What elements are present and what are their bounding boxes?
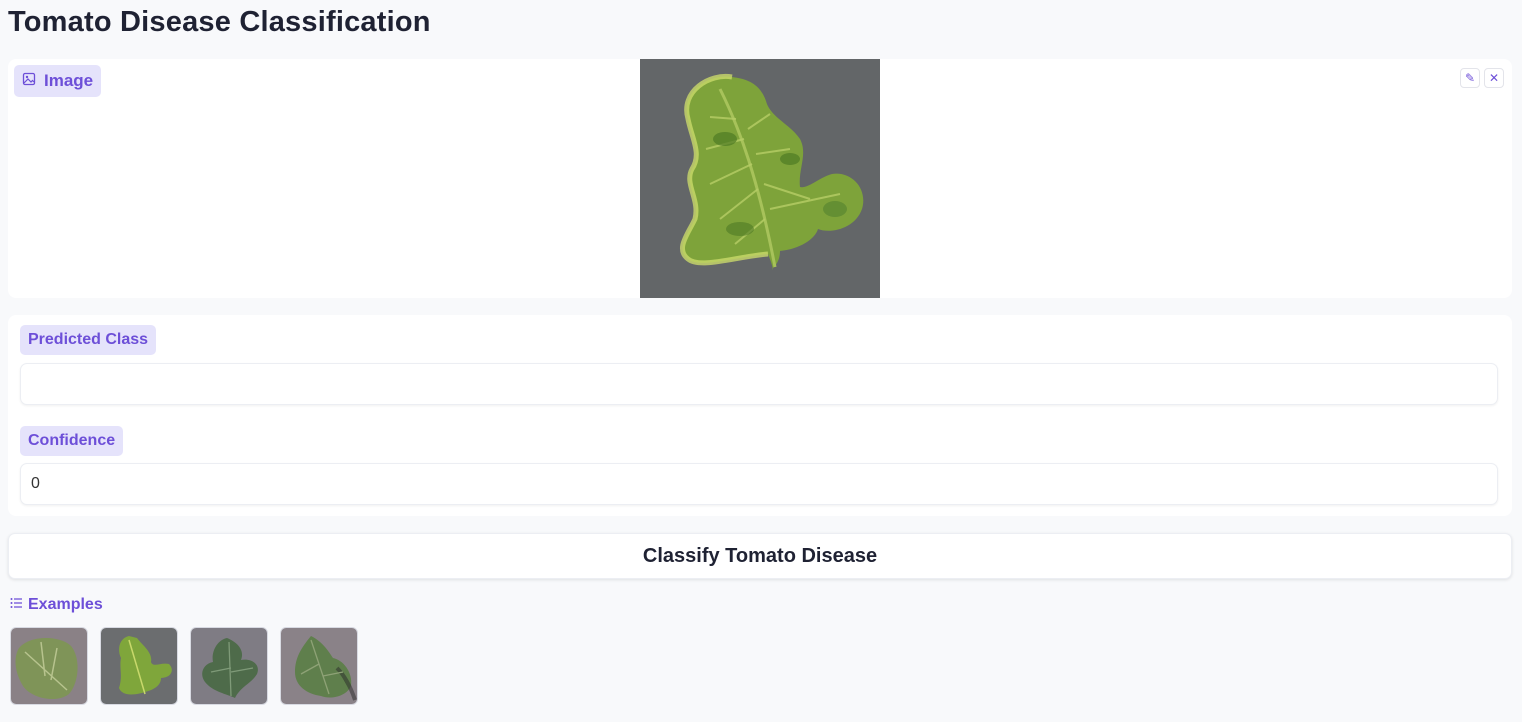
clear-image-button[interactable]: ✕ xyxy=(1484,68,1504,88)
image-input-label-text: Image xyxy=(44,71,94,90)
example-thumbnail-4[interactable] xyxy=(280,627,358,705)
confidence-label: Confidence xyxy=(20,426,124,456)
pencil-icon: ✎ xyxy=(1464,71,1476,85)
examples-header: Examples xyxy=(10,596,103,614)
page-title: Tomato Disease Classification xyxy=(8,6,431,38)
close-icon: ✕ xyxy=(1488,71,1500,85)
examples-label: Examples xyxy=(28,596,103,613)
leaf-thumbnail xyxy=(281,628,357,704)
leaf-thumbnail xyxy=(191,628,267,704)
confidence-output[interactable]: 0 xyxy=(20,463,1498,505)
leaf-thumbnail xyxy=(11,628,87,704)
image-input-panel[interactable]: Image ✎ ✕ xyxy=(8,59,1512,298)
uploaded-leaf-image xyxy=(640,59,880,298)
leaf-thumbnail xyxy=(101,628,177,704)
examples-gallery xyxy=(10,627,358,705)
predicted-class-output[interactable] xyxy=(20,363,1498,405)
example-thumbnail-1[interactable] xyxy=(10,627,88,705)
edit-image-button[interactable]: ✎ xyxy=(1460,68,1480,88)
example-thumbnail-2[interactable] xyxy=(100,627,178,705)
list-icon xyxy=(10,596,23,614)
classify-button[interactable]: Classify Tomato Disease xyxy=(8,533,1512,579)
outputs-panel: Predicted Class Confidence 0 xyxy=(8,315,1512,516)
image-icon xyxy=(22,71,36,91)
example-thumbnail-3[interactable] xyxy=(190,627,268,705)
image-input-label: Image xyxy=(14,65,102,97)
predicted-class-label: Predicted Class xyxy=(20,325,157,355)
